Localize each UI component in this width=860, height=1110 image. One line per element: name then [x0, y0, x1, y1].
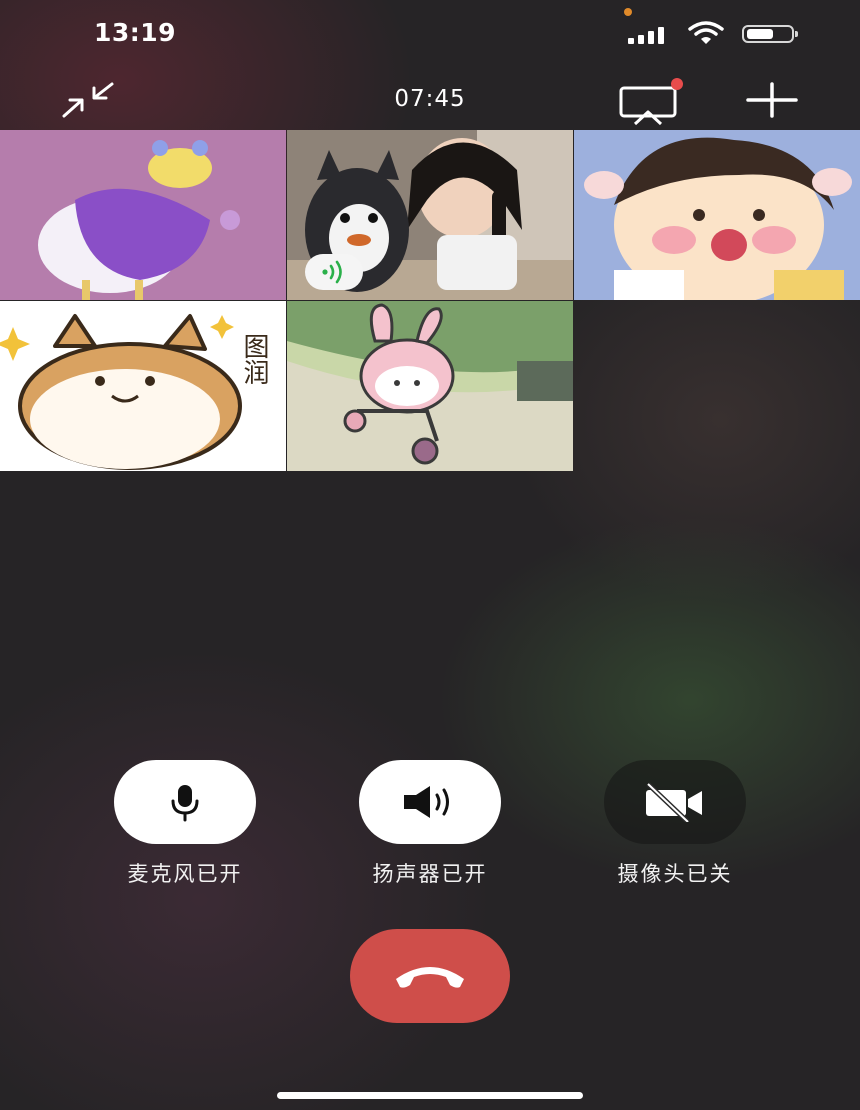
status-time: 13:19	[94, 18, 177, 47]
participant-grid: 图润	[0, 130, 860, 471]
speaker-button[interactable]	[359, 760, 501, 844]
speaker-label: 扬声器已开	[372, 862, 488, 886]
home-indicator[interactable]	[277, 1092, 583, 1099]
notification-dot	[671, 78, 683, 90]
participant-tile[interactable]	[574, 130, 860, 300]
add-icon[interactable]	[744, 80, 800, 120]
wifi-icon	[688, 21, 724, 44]
purple-cartoon-girl-avatar	[0, 130, 286, 300]
camera-in-use-dot	[624, 8, 632, 16]
signal-icon	[628, 26, 672, 44]
speaker-icon	[404, 786, 449, 818]
participant-tile[interactable]	[287, 130, 573, 300]
speaker-control: 扬声器已开	[350, 760, 510, 888]
participant-tile[interactable]: 图润	[0, 301, 286, 471]
bunny-on-scooter-avatar	[287, 301, 573, 471]
call-header: 07:45	[0, 66, 860, 130]
sticker-text: 图润	[239, 333, 269, 385]
status-bar: 13:19	[0, 0, 860, 66]
microphone-control: 麦克风已开	[105, 760, 265, 888]
hang-up-button[interactable]	[350, 929, 510, 1023]
camera-off-icon	[646, 782, 702, 822]
shiba-dog-sticker-avatar: 图润	[0, 301, 286, 471]
speaking-indicator	[305, 254, 363, 290]
microphone-label: 麦克风已开	[127, 862, 243, 886]
camera-button[interactable]	[604, 760, 746, 844]
camera-control: 摄像头已关	[595, 760, 755, 888]
sound-wave-icon	[322, 260, 342, 284]
hang-up-icon	[396, 967, 464, 988]
microphone-button[interactable]	[114, 760, 256, 844]
cartoon-boy-with-horns-avatar	[574, 130, 860, 300]
battery-icon	[742, 25, 798, 43]
screen-cast-icon[interactable]	[615, 74, 687, 126]
participant-tile[interactable]	[287, 301, 573, 471]
call-duration: 07:45	[394, 86, 466, 112]
microphone-icon	[171, 785, 199, 822]
camera-label: 摄像头已关	[617, 862, 733, 886]
participant-tile[interactable]	[0, 130, 286, 300]
